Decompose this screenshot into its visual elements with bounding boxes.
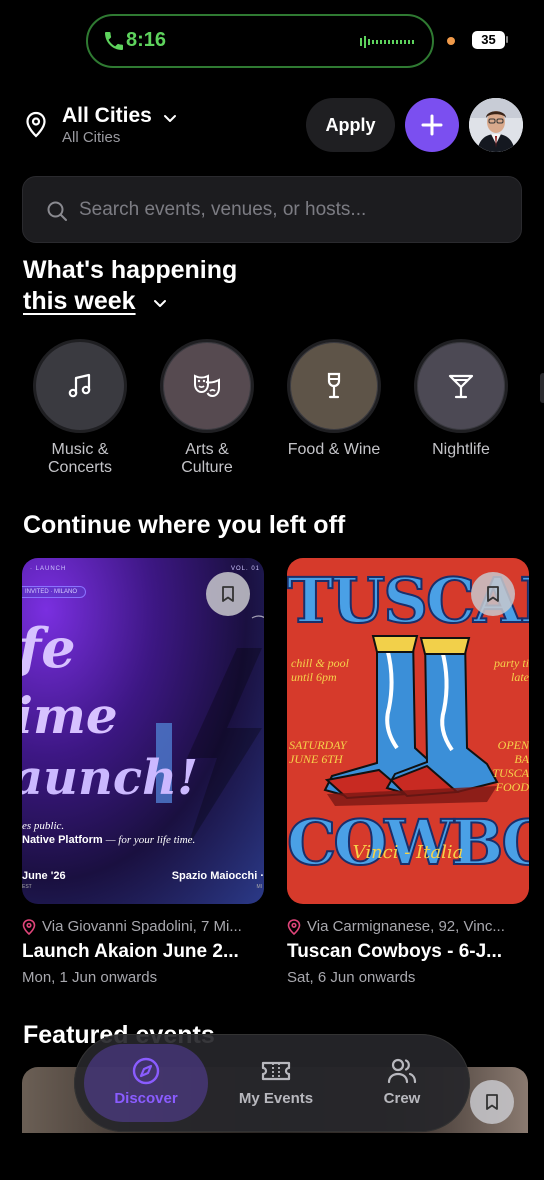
phone-icon bbox=[105, 32, 123, 50]
event-card-tuscan[interactable]: TUSCAN COWBOY chill & pool until 6pm par… bbox=[287, 558, 529, 986]
nav-crew[interactable]: Crew bbox=[340, 1044, 464, 1122]
event-title: Tuscan Cowboys - 6-J... bbox=[287, 941, 503, 962]
event-location: Via Giovanni Spadolini, 7 Mi... bbox=[22, 918, 264, 935]
nav-discover[interactable]: Discover bbox=[84, 1044, 208, 1122]
chevron-down-icon[interactable] bbox=[162, 110, 178, 126]
location-pin-icon bbox=[287, 918, 301, 935]
poster-top-right: VOL. 01 bbox=[230, 566, 260, 572]
nav-label: Discover bbox=[114, 1090, 178, 1107]
avatar-image bbox=[469, 98, 523, 152]
bookmark-button[interactable] bbox=[206, 572, 250, 616]
privacy-indicator bbox=[447, 37, 455, 45]
nav-label: Crew bbox=[383, 1090, 421, 1107]
category-music[interactable]: Music & Concerts bbox=[32, 339, 128, 477]
bookmark-icon bbox=[222, 586, 234, 602]
category-nightlife-circle bbox=[414, 339, 508, 433]
category-label: Music & Concerts bbox=[47, 441, 113, 476]
ticket-icon bbox=[261, 1061, 291, 1081]
section-heading-happening: What's happening bbox=[23, 256, 238, 284]
compass-icon bbox=[132, 1057, 160, 1085]
event-title: Launch Akaion June 2... bbox=[22, 941, 239, 962]
poster-line1: fe bbox=[22, 616, 76, 680]
bookmark-button[interactable] bbox=[471, 572, 515, 616]
cocktail-icon bbox=[448, 374, 474, 399]
section-heading-continue: Continue where you left off bbox=[23, 511, 346, 539]
category-arts[interactable]: Arts & Culture bbox=[159, 339, 255, 477]
category-label: Nightlife bbox=[432, 441, 490, 458]
category-food[interactable]: Food & Wine bbox=[286, 339, 382, 459]
poster-left-mid: SATURDAY JUNE 6TH bbox=[289, 738, 347, 766]
poster-line2: ime bbox=[22, 686, 118, 745]
location-pin-icon[interactable] bbox=[24, 111, 48, 139]
poster-top-left: · LAUNCH bbox=[30, 566, 67, 572]
poster-script: Vinci - Italia bbox=[352, 842, 464, 863]
poster-city: MI bbox=[256, 884, 262, 890]
city-selector[interactable]: All Cities bbox=[62, 104, 152, 128]
poster-badge: INVITED · MILANO bbox=[22, 586, 87, 598]
chevron-down-icon[interactable] bbox=[151, 294, 169, 312]
users-icon bbox=[387, 1058, 417, 1084]
bookmark-icon bbox=[486, 1094, 498, 1110]
event-poster-tuscan: TUSCAN COWBOY chill & pool until 6pm par… bbox=[287, 558, 529, 904]
search-input[interactable] bbox=[79, 197, 499, 223]
category-overflow-hint bbox=[540, 373, 544, 403]
waveform-icon bbox=[360, 36, 414, 48]
event-date: Sat, 6 Jun onwards bbox=[287, 969, 416, 986]
bottom-safe-area bbox=[0, 1133, 544, 1180]
add-event-button[interactable] bbox=[405, 98, 459, 152]
poster-line3: aunch! bbox=[22, 750, 199, 806]
category-nightlife[interactable]: Nightlife bbox=[413, 339, 509, 459]
event-card-launch[interactable]: · LAUNCH VOL. 01 INVITED · MILANO fe ime… bbox=[22, 558, 264, 986]
category-food-circle bbox=[287, 339, 381, 433]
poster-sub1: es public. bbox=[22, 820, 65, 832]
wine-glass-icon bbox=[327, 372, 341, 399]
nav-label: My Events bbox=[238, 1090, 314, 1107]
music-note-icon bbox=[68, 373, 91, 398]
bookmark-button[interactable] bbox=[470, 1080, 514, 1124]
event-poster-launch: · LAUNCH VOL. 01 INVITED · MILANO fe ime… bbox=[22, 558, 264, 904]
search-icon bbox=[47, 201, 67, 221]
event-location: Via Carmignanese, 92, Vinc... bbox=[287, 918, 529, 935]
period-selector[interactable]: this week bbox=[23, 287, 136, 316]
poster-sub-line: Native Platform — for your life time. bbox=[22, 834, 195, 846]
poster-sub2: Native Platform bbox=[22, 834, 103, 846]
category-label: Arts & Culture bbox=[181, 441, 233, 476]
poster-venue: Spazio Maiocchi · bbox=[171, 870, 264, 882]
poster-sub3: — for your life time. bbox=[105, 834, 196, 846]
category-label: Food & Wine bbox=[287, 441, 381, 458]
city-subtitle: All Cities bbox=[62, 129, 121, 146]
poster-left-top: chill & pool until 6pm bbox=[291, 656, 349, 684]
bookmark-icon bbox=[487, 586, 499, 602]
nav-my-events[interactable]: My Events bbox=[214, 1044, 338, 1122]
apply-button[interactable]: Apply bbox=[306, 98, 395, 152]
live-activity-pill[interactable]: 8:16 bbox=[86, 14, 434, 68]
poster-right-top: party ti late bbox=[494, 656, 529, 684]
poster-right-mid: OPEN BA TUSCA FOOD bbox=[492, 738, 529, 794]
plus-icon bbox=[421, 114, 443, 136]
call-duration: 8:16 bbox=[126, 29, 167, 51]
profile-avatar[interactable] bbox=[469, 98, 523, 152]
event-location-text: Via Giovanni Spadolini, 7 Mi... bbox=[42, 918, 242, 935]
theater-masks-icon bbox=[194, 374, 220, 398]
poster-date: June '26 bbox=[22, 870, 66, 882]
location-pin-icon bbox=[22, 918, 36, 935]
battery-tip bbox=[506, 36, 508, 43]
battery-indicator: 35 bbox=[472, 31, 505, 49]
poster-est: EST bbox=[22, 884, 32, 890]
bottom-nav: Discover My Events Crew bbox=[74, 1034, 470, 1132]
category-music-circle bbox=[33, 339, 127, 433]
event-date: Mon, 1 Jun onwards bbox=[22, 969, 158, 986]
event-location-text: Via Carmignanese, 92, Vinc... bbox=[307, 918, 505, 935]
search-bar[interactable] bbox=[22, 176, 522, 243]
category-arts-circle bbox=[160, 339, 254, 433]
